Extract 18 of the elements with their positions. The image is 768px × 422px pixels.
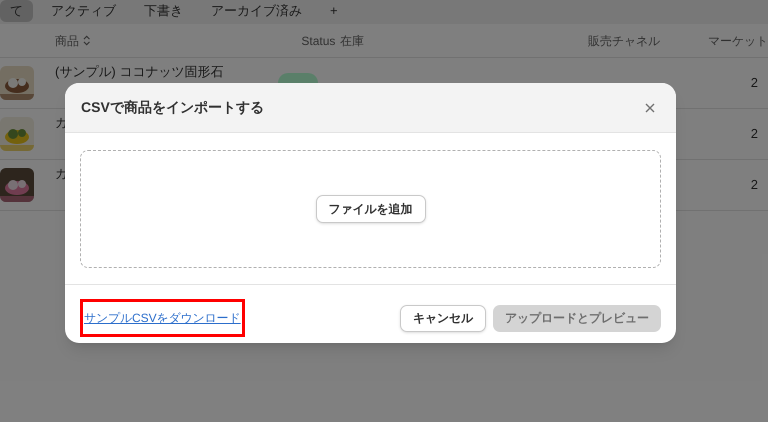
column-header: 販売チャネル bbox=[588, 32, 661, 50]
column-header[interactable]: 商品 bbox=[55, 32, 79, 50]
market-count: 2 bbox=[750, 125, 758, 144]
product-name[interactable]: (サンプル) ココナッツ固形石 bbox=[55, 62, 278, 82]
file-drop-zone[interactable]: ファイルを追加 bbox=[80, 150, 661, 268]
tab[interactable]: 下書き bbox=[134, 0, 193, 22]
tab[interactable]: + bbox=[320, 0, 348, 22]
add-file-button[interactable]: ファイルを追加 bbox=[316, 195, 426, 223]
tab[interactable]: アーカイブ済み bbox=[201, 0, 312, 22]
market-count: 2 bbox=[750, 74, 758, 92]
tab[interactable]: アクティブ bbox=[41, 0, 126, 22]
dialog-title: CSVで商品をインポートする bbox=[81, 98, 264, 117]
column-header: マーケット bbox=[708, 32, 768, 50]
tab[interactable]: て bbox=[0, 0, 33, 22]
column-header: 在庫 bbox=[340, 32, 366, 50]
column-header: Status bbox=[301, 32, 336, 50]
cancel-button[interactable]: キャンセル bbox=[400, 304, 486, 332]
market-count: 2 bbox=[750, 176, 758, 194]
